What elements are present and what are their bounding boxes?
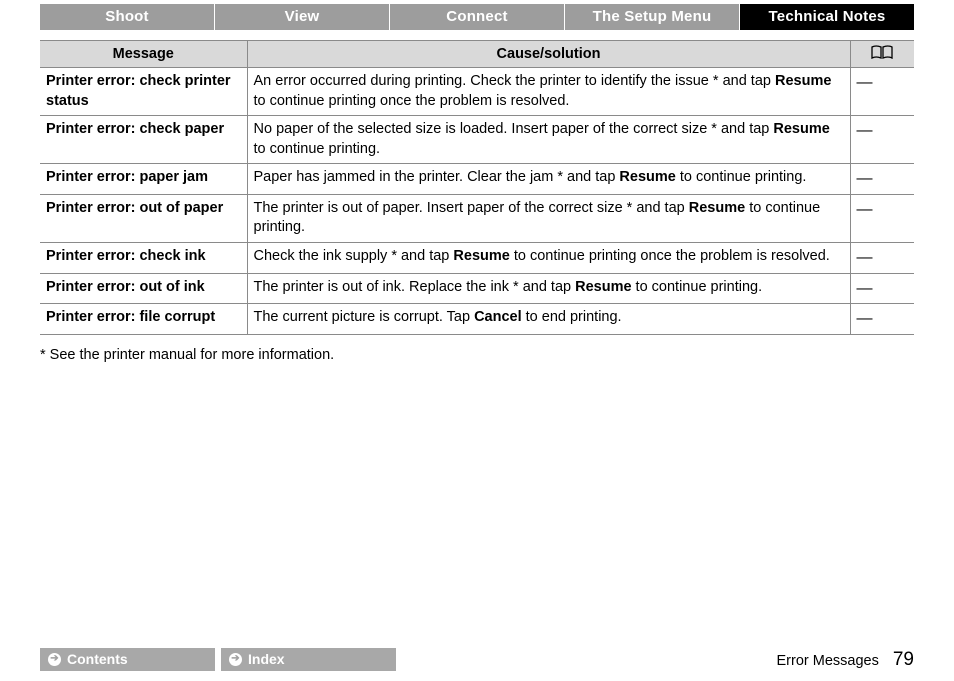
table-row: Printer error: file corrupt The current … (40, 304, 914, 335)
cause-text: to continue printing once the problem is… (510, 248, 830, 264)
cause-text: to end printing. (522, 309, 622, 325)
arrow-icon: ➔ (48, 653, 61, 666)
cell-cause: No paper of the selected size is loaded.… (247, 116, 850, 164)
cause-text: The printer is out of paper. Insert pape… (254, 200, 689, 216)
cause-text: to continue printing. (676, 169, 807, 185)
error-table: Message Cause/solution Printer error: ch… (40, 40, 914, 335)
cause-bold: Resume (689, 200, 745, 216)
table-row: Printer error: out of paper The printer … (40, 194, 914, 242)
table-row: Printer error: check ink Check the ink s… (40, 242, 914, 273)
cell-message: Printer error: paper jam (40, 164, 247, 195)
page: Shoot View Connect The Setup Menu Techni… (0, 4, 954, 681)
cell-message: Printer error: check paper (40, 116, 247, 164)
cause-text: to continue printing. (632, 279, 763, 295)
table-row: Printer error: out of ink The printer is… (40, 273, 914, 304)
cell-cause: An error occurred during printing. Check… (247, 68, 850, 116)
cell-reference: — (850, 242, 914, 273)
cell-reference: — (850, 304, 914, 335)
tab-view[interactable]: View (215, 4, 390, 30)
cause-bold: Resume (775, 73, 831, 89)
cause-text: The printer is out of ink. Replace the i… (254, 279, 576, 295)
cause-text: An error occurred during printing. Check… (254, 73, 775, 89)
cell-reference: — (850, 116, 914, 164)
cause-text: to continue printing. (254, 141, 381, 157)
cause-bold: Resume (575, 279, 631, 295)
cell-cause: Check the ink supply * and tap Resume to… (247, 242, 850, 273)
cause-text: to continue printing once the problem is… (254, 93, 570, 109)
index-label: Index (248, 651, 285, 667)
cell-reference: — (850, 164, 914, 195)
table-row: Printer error: paper jam Paper has jamme… (40, 164, 914, 195)
cause-text: The current picture is corrupt. Tap (254, 309, 475, 325)
tab-bar: Shoot View Connect The Setup Menu Techni… (40, 4, 914, 30)
cell-message: Printer error: file corrupt (40, 304, 247, 335)
section-title: Error Messages (777, 653, 879, 669)
table-row: Printer error: check paper No paper of t… (40, 116, 914, 164)
arrow-icon: ➔ (229, 653, 242, 666)
book-icon (871, 45, 893, 59)
header-reference (850, 41, 914, 68)
contents-label: Contents (67, 651, 128, 667)
table-header-row: Message Cause/solution (40, 41, 914, 68)
cause-bold: Cancel (474, 309, 522, 325)
tab-setup-menu[interactable]: The Setup Menu (565, 4, 740, 30)
tab-technical-notes[interactable]: Technical Notes (740, 4, 914, 30)
cell-reference: — (850, 273, 914, 304)
cause-bold: Resume (619, 169, 675, 185)
cause-bold: Resume (773, 121, 829, 137)
footer: ➔ Contents ➔ Index Error Messages 79 (40, 648, 914, 671)
header-cause: Cause/solution (247, 41, 850, 68)
tab-shoot[interactable]: Shoot (40, 4, 215, 30)
cell-reference: — (850, 194, 914, 242)
cause-text: No paper of the selected size is loaded.… (254, 121, 774, 137)
footnote: * See the printer manual for more inform… (40, 347, 914, 363)
cell-message: Printer error: out of paper (40, 194, 247, 242)
footer-right: Error Messages 79 (777, 649, 914, 671)
cell-message: Printer error: out of ink (40, 273, 247, 304)
table-body: Printer error: check printer status An e… (40, 68, 914, 335)
cell-cause: Paper has jammed in the printer. Clear t… (247, 164, 850, 195)
cause-text: Paper has jammed in the printer. Clear t… (254, 169, 620, 185)
cell-message: Printer error: check ink (40, 242, 247, 273)
contents-button[interactable]: ➔ Contents (40, 648, 215, 671)
cell-cause: The printer is out of ink. Replace the i… (247, 273, 850, 304)
table-row: Printer error: check printer status An e… (40, 68, 914, 116)
cause-bold: Resume (453, 248, 509, 264)
cell-reference: — (850, 68, 914, 116)
tab-connect[interactable]: Connect (390, 4, 565, 30)
header-message: Message (40, 41, 247, 68)
index-button[interactable]: ➔ Index (221, 648, 396, 671)
cause-text: Check the ink supply * and tap (254, 248, 454, 264)
cell-message: Printer error: check printer status (40, 68, 247, 116)
page-number: 79 (893, 649, 914, 671)
cell-cause: The printer is out of paper. Insert pape… (247, 194, 850, 242)
cell-cause: The current picture is corrupt. Tap Canc… (247, 304, 850, 335)
